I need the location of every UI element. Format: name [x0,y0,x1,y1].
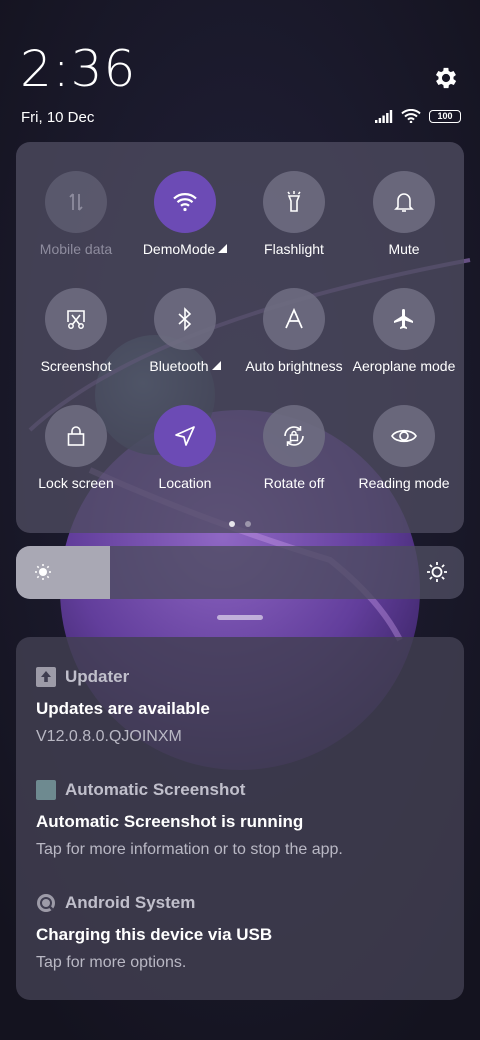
tile-screenshot[interactable]: Screenshot [21,288,131,374]
tile-mobile-data[interactable]: Mobile data [21,171,131,257]
brightness-high-icon [427,562,447,582]
wifi-status-icon [401,109,421,123]
tile-mute[interactable]: Mute [349,171,459,257]
notifications-panel: Updater Updates are available V12.0.8.0.… [16,637,464,1000]
eye-icon[interactable] [373,405,435,467]
tile-lock-screen[interactable]: Lock screen [21,405,131,491]
android-system-icon [36,893,56,913]
expand-triangle-icon [218,244,228,253]
mobile-data-icon[interactable] [45,171,107,233]
tile-label: Location [158,475,212,491]
notification-title: Charging this device via USB [36,925,273,944]
wifi-icon[interactable] [154,171,216,233]
clock[interactable]: 2:36 [20,44,136,94]
tile-label: Mute [388,241,420,257]
notification-body: Tap for more options. [36,954,187,971]
tile-label: Rotate off [263,475,325,491]
notification-body: Tap for more information or to stop the … [36,841,343,858]
tile-label: Reading mode [358,475,450,491]
bell-icon[interactable] [373,171,435,233]
notification-automatic-screenshot[interactable]: Automatic Screenshot Automatic Screensho… [36,780,444,859]
notification-app-name: Android System [65,893,196,912]
tile-label: Lock screen [38,475,114,491]
updater-icon [36,667,56,687]
page-dot-active [229,521,235,527]
status-icons: 100 [375,109,461,123]
app-square-icon [36,780,56,800]
notification-body: V12.0.8.0.QJOINXM [36,728,182,745]
brightness-low-icon [35,564,51,580]
signal-icon [375,109,393,123]
screenshot-icon[interactable] [45,288,107,350]
tile-demomode[interactable]: DemoMode [130,171,240,257]
drag-handle[interactable] [217,615,263,620]
notification-title: Automatic Screenshot is running [36,812,304,831]
notification-app-name: Automatic Screenshot [65,780,246,799]
tile-bluetooth[interactable]: Bluetooth [130,288,240,374]
tile-label: Screenshot [40,358,112,374]
page-dot [245,521,251,527]
tile-reading-mode[interactable]: Reading mode [349,405,459,491]
notification-android-system[interactable]: Android System Charging this device via … [36,893,444,972]
tile-flashlight[interactable]: Flashlight [239,171,349,257]
bluetooth-icon[interactable] [154,288,216,350]
brightness-slider[interactable] [16,546,464,599]
notification-app-name: Updater [65,667,130,686]
rotate-lock-icon[interactable] [263,405,325,467]
tile-auto-brightness[interactable]: Auto brightness [239,288,349,374]
tile-location[interactable]: Location [130,405,240,491]
page-indicator [16,521,464,527]
airplane-icon[interactable] [373,288,435,350]
quick-settings-panel: Mobile data DemoMode Flashlight Mute Scr… [16,142,464,533]
flashlight-icon[interactable] [263,171,325,233]
settings-gear-icon[interactable] [432,64,460,92]
tile-label: Auto brightness [245,358,343,374]
tile-label: Flashlight [264,241,324,257]
brightness-fill[interactable] [16,546,111,599]
tile-label: DemoMode [142,241,216,257]
notification-updater[interactable]: Updater Updates are available V12.0.8.0.… [36,667,444,746]
location-icon[interactable] [154,405,216,467]
tile-label: Bluetooth [149,358,209,374]
tile-aeroplane-mode[interactable]: Aeroplane mode [349,288,459,374]
lock-icon[interactable] [45,405,107,467]
tile-rotate-off[interactable]: Rotate off [239,405,349,491]
notification-title: Updates are available [36,699,210,718]
date[interactable]: Fri, 10 Dec [21,109,94,126]
expand-triangle-icon [211,361,221,370]
tile-label: Mobile data [39,241,113,257]
tile-label: Aeroplane mode [352,358,456,374]
auto-brightness-icon[interactable] [263,288,325,350]
battery-indicator: 100 [429,109,461,123]
